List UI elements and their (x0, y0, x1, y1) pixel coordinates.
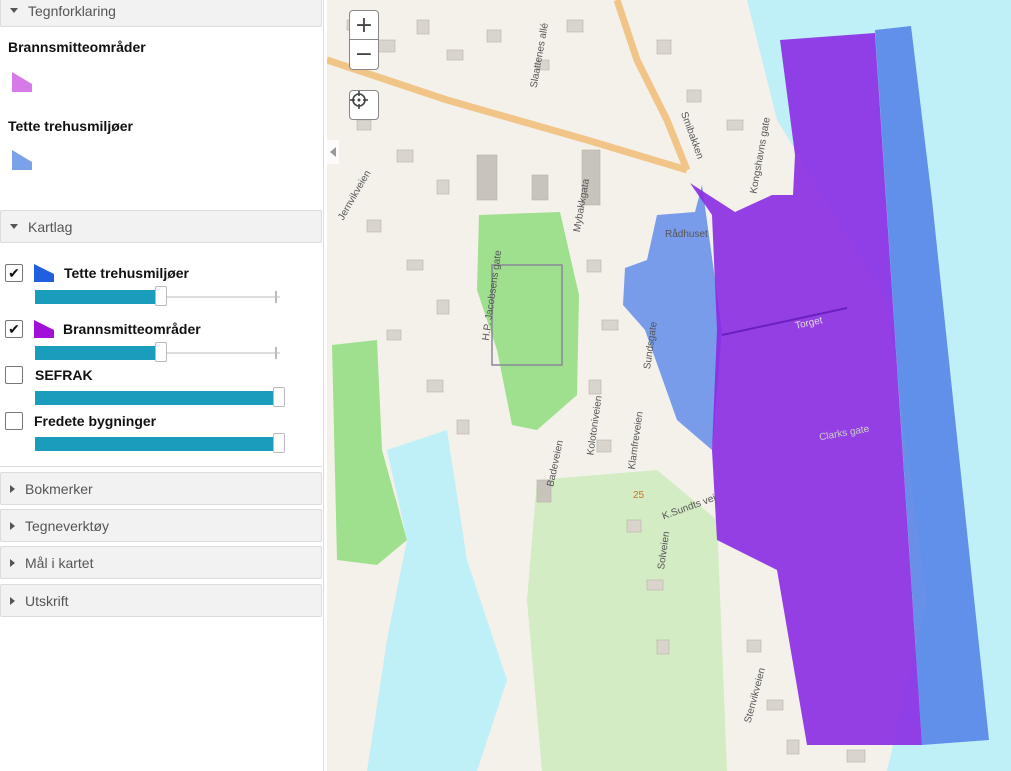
layer-checkbox-sefrak[interactable] (5, 366, 23, 384)
caret-down-icon (10, 8, 18, 13)
caret-right-icon (10, 521, 15, 530)
road (613, 0, 691, 172)
layer-label: Fredete bygninger (34, 413, 157, 429)
legend-header-label: Tegnforklaring (28, 2, 116, 19)
panel-label: Utskrift (25, 592, 69, 609)
slider-fill (35, 391, 280, 405)
opacity-slider-fredete[interactable] (35, 433, 285, 453)
layer-row-trehus: ✔ Tette trehusmiljøer (0, 262, 322, 288)
layers-panel-header[interactable]: Kartlag (0, 210, 322, 243)
panel-maal-i-kartet[interactable]: Mål i kartet (0, 546, 322, 579)
slider-thumb[interactable] (155, 286, 167, 306)
layer-label: Tette trehusmiljøer (64, 265, 189, 281)
map-label-contour: 25 (633, 490, 645, 501)
chevron-left-icon (330, 147, 336, 157)
opacity-slider-sefrak[interactable] (35, 387, 285, 407)
layer-checkbox-brannsmitte[interactable]: ✔ (5, 320, 23, 338)
brannsmitte-layer-icon (34, 320, 54, 338)
slider-fill (35, 346, 160, 360)
panel-label: Bokmerker (25, 480, 93, 497)
panel-label: Tegneverktøy (25, 517, 110, 534)
opacity-slider-trehus[interactable] (35, 286, 285, 306)
trehus-layer-icon (34, 264, 54, 282)
slider-fill (35, 290, 160, 304)
brannsmitte-swatch-icon (12, 72, 32, 92)
map-graphics (327, 0, 1011, 771)
legend-item-label: Brannsmitteområder (8, 39, 146, 55)
panel-label: Mål i kartet (25, 554, 94, 571)
collapse-sidebar-button[interactable] (327, 140, 339, 164)
sidebar: Tegnforklaring Brannsmitteområder Tette … (0, 0, 324, 771)
panel-tegneverktoy[interactable]: Tegneverktøy (0, 509, 322, 542)
map-canvas[interactable]: Rådhuset Torget Kongshavns gate Mybakkga… (327, 0, 1011, 771)
panel-utskrift[interactable]: Utskrift (0, 584, 322, 617)
layers-header-label: Kartlag (28, 218, 73, 235)
road (327, 56, 689, 174)
trehus-area (623, 185, 722, 450)
panel-bokmerker[interactable]: Bokmerker (0, 472, 322, 505)
caret-right-icon (10, 484, 15, 493)
zoom-out-button[interactable]: − (349, 40, 379, 70)
layer-row-brannsmitte: ✔ Brannsmitteområder (0, 318, 322, 344)
slider-thumb[interactable] (155, 342, 167, 362)
layer-label: Brannsmitteområder (63, 321, 201, 337)
crosshair-icon (350, 91, 368, 109)
slider-thumb[interactable] (273, 387, 285, 407)
legend-item-label: Tette trehusmiljøer (8, 118, 133, 134)
legend-panel-header[interactable]: Tegnforklaring (0, 0, 322, 27)
layer-label: SEFRAK (35, 367, 93, 383)
slider-thumb[interactable] (273, 433, 285, 453)
layer-checkbox-fredete[interactable] (5, 412, 23, 430)
opacity-slider-brannsmitte[interactable] (35, 342, 285, 362)
layer-checkbox-trehus[interactable]: ✔ (5, 264, 23, 282)
map-label-radhuset: Rådhuset (665, 229, 708, 240)
slider-fill (35, 437, 280, 451)
zoom-in-button[interactable]: + (349, 10, 379, 40)
geolocate-button[interactable] (349, 90, 379, 120)
forest-area (527, 470, 727, 771)
caret-right-icon (10, 558, 15, 567)
caret-right-icon (10, 596, 15, 605)
caret-down-icon (10, 224, 18, 229)
trehus-swatch-icon (12, 150, 32, 170)
